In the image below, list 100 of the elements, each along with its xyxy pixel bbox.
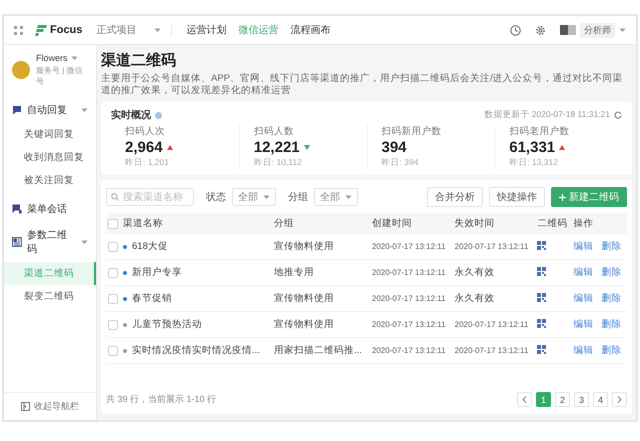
table-summary: 共 39 行，当前展示 1-10 行 xyxy=(106,393,216,406)
plus-icon xyxy=(559,194,566,200)
menu-item[interactable]: 收到消息回复 xyxy=(4,146,96,169)
search-field[interactable]: 搜索渠道名称 xyxy=(106,188,194,206)
grid-icon[interactable] xyxy=(14,26,23,34)
action-link[interactable]: 编辑 xyxy=(574,344,594,357)
chevron-right-icon xyxy=(617,396,622,403)
action-link[interactable]: 删除 xyxy=(602,344,622,357)
stat-yesterday: 昨日: 1,201 xyxy=(125,157,170,169)
page-button[interactable]: 2 xyxy=(555,392,570,407)
project-select[interactable]: 正式项目 xyxy=(96,23,136,37)
info-icon[interactable] xyxy=(155,112,162,118)
checkbox[interactable] xyxy=(108,346,118,356)
action-link[interactable]: 删除 xyxy=(602,240,622,253)
action-link[interactable]: 删除 xyxy=(602,292,622,305)
stat-label: 扫码老用户数 xyxy=(509,125,570,138)
table-cell: 永久有效 xyxy=(454,267,495,278)
menu-group[interactable]: 参数二维码 xyxy=(4,222,96,262)
table-cell: 用家扫描二维码推... xyxy=(274,345,362,356)
menu-item[interactable]: 裂变二维码 xyxy=(4,285,96,308)
menu-group[interactable]: 自动回复 xyxy=(4,97,96,123)
stat-yesterday: 昨日: 13,312 xyxy=(509,157,559,169)
page-button[interactable]: 4 xyxy=(593,392,608,407)
page-button[interactable]: 3 xyxy=(574,392,589,407)
nav-tab[interactable]: 微信运营 xyxy=(238,23,278,37)
table-cell: 永久有效 xyxy=(454,293,495,304)
filter-select[interactable]: 全部 xyxy=(232,188,276,206)
table-cell: 2020-07-17 13:12:11 xyxy=(454,242,528,251)
stat-value: 2,964 xyxy=(125,139,163,156)
account-avatar[interactable] xyxy=(12,61,30,79)
channel-name: 春节促销 xyxy=(132,292,172,305)
checkbox[interactable] xyxy=(108,294,118,304)
nav-tab[interactable]: 流程画布 xyxy=(290,23,330,37)
filter-label: 分组 xyxy=(288,191,308,204)
action-link[interactable]: 删除 xyxy=(602,318,622,331)
clock-icon[interactable] xyxy=(510,24,521,36)
table-cell: 2020-07-17 13:12:11 xyxy=(454,320,528,329)
table-cell: 2020-07-17 13:12:11 xyxy=(454,346,528,355)
action-link[interactable]: 编辑 xyxy=(574,266,594,279)
caret-icon xyxy=(81,108,88,112)
menu-item[interactable]: 关键词回复 xyxy=(4,123,96,146)
chat-bubble-icon xyxy=(12,105,22,115)
account-type: 服务号 | 微信号 xyxy=(36,65,84,87)
toolbar-button[interactable]: 合并分析 xyxy=(427,187,483,207)
stat-yesterday: 昨日: 394 xyxy=(382,157,420,169)
checkbox[interactable] xyxy=(108,242,118,252)
collapse-nav-link[interactable]: 收起导航栏 xyxy=(34,400,79,413)
caret-icon xyxy=(619,28,626,32)
logo-text: Focus xyxy=(50,24,82,36)
page-button[interactable]: 1 xyxy=(536,392,551,407)
action-link[interactable]: 编辑 xyxy=(574,318,594,331)
column-header: 创建时间 xyxy=(372,218,412,229)
table-cell: 地推专用 xyxy=(274,267,314,278)
refresh-icon[interactable] xyxy=(614,111,622,119)
nav-tab[interactable]: 运营计划 xyxy=(186,23,226,37)
channel-name: 实时情况疫情实时情况疫情... xyxy=(132,344,260,357)
menu-group[interactable]: 菜单会话 xyxy=(4,196,96,222)
table-cell: 2020-07-17 13:12:11 xyxy=(372,346,446,355)
action-link[interactable]: 编辑 xyxy=(574,292,594,305)
stat-value: 12,221 xyxy=(254,139,300,156)
menu-item[interactable]: 被关注回复 xyxy=(4,169,96,192)
table-cell: 宣传物料使用 xyxy=(274,319,334,330)
checkbox[interactable] xyxy=(108,218,118,228)
search-icon xyxy=(111,193,119,201)
checkbox[interactable] xyxy=(108,268,118,278)
up-arrow-icon xyxy=(166,145,173,150)
overview-title: 实时概况 xyxy=(111,108,151,122)
column-header: 二维码 xyxy=(537,218,568,229)
user-name[interactable]: 分析师 xyxy=(580,22,615,38)
checkbox[interactable] xyxy=(108,320,118,330)
account-name[interactable]: Flowers xyxy=(36,53,68,63)
table-cell: 2020-07-17 13:12:11 xyxy=(372,268,446,277)
create-button[interactable]: 新建二维码 xyxy=(551,187,627,207)
prev-page-button[interactable] xyxy=(517,392,532,407)
filter-label: 状态 xyxy=(206,190,226,204)
toolbar-button[interactable]: 快捷操作 xyxy=(489,187,545,207)
column-header: 渠道名称 xyxy=(123,217,163,230)
caret-icon xyxy=(263,194,270,200)
column-header: 操作 xyxy=(574,218,594,229)
stat-value: 61,331 xyxy=(509,139,556,156)
table-cell: 2020-07-17 13:12:11 xyxy=(372,242,446,251)
channel-name: 儿童节预热活动 xyxy=(132,318,202,331)
table-cell: 宣传物料使用 xyxy=(274,241,334,252)
menu-item[interactable]: 渠道二维码 xyxy=(4,262,96,285)
stat-label: 扫码人数 xyxy=(254,125,295,138)
next-page-button[interactable] xyxy=(612,392,627,407)
action-link[interactable]: 删除 xyxy=(602,266,622,279)
channel-name: 618大促 xyxy=(132,240,168,253)
chevron-left-icon xyxy=(522,396,527,403)
down-arrow-icon xyxy=(304,145,310,150)
comment-icon xyxy=(12,204,22,214)
settings-icon[interactable] xyxy=(535,24,546,36)
channel-name: 新用户专享 xyxy=(132,266,182,279)
table-cell: 2020-07-17 13:12:11 xyxy=(372,294,446,303)
stat-label: 扫码新用户数 xyxy=(382,125,442,138)
filter-select[interactable]: 全部 xyxy=(314,188,358,206)
table-cell: 2020-07-17 13:12:11 xyxy=(372,320,446,329)
stat-yesterday: 昨日: 10,112 xyxy=(254,157,303,169)
action-link[interactable]: 编辑 xyxy=(574,240,594,253)
avatar-icon[interactable] xyxy=(560,25,576,35)
